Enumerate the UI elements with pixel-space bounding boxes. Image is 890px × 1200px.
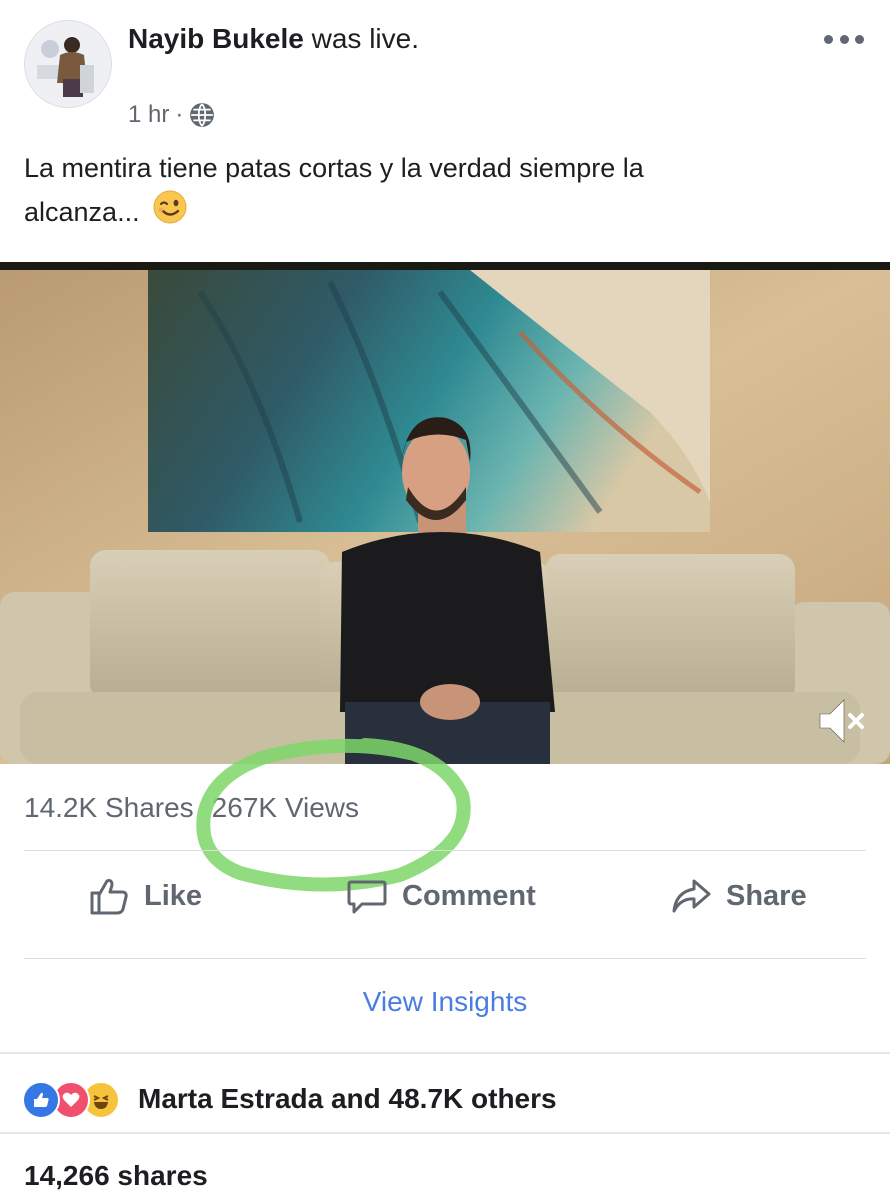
comment-bubble-icon — [347, 880, 387, 914]
post-header: Nayib Bukele was live. — [128, 22, 419, 56]
post-time[interactable]: 1 hr — [128, 98, 169, 132]
shares-count[interactable]: 14.2K Shares — [24, 792, 194, 823]
comment-label: Comment — [402, 879, 536, 912]
share-label: Share — [726, 879, 807, 912]
thumbs-up-icon — [90, 879, 128, 915]
mute-toggle-button[interactable] — [816, 694, 868, 748]
more-dot-icon — [855, 34, 864, 44]
globe-icon — [190, 103, 215, 127]
like-button[interactable]: Like — [88, 868, 202, 924]
like-label: Like — [144, 879, 203, 912]
divider — [24, 958, 866, 959]
reaction-icons[interactable] — [22, 1078, 120, 1122]
author-action: was live. — [311, 23, 420, 54]
speaker-muted-icon — [819, 699, 864, 743]
video-frame — [0, 262, 890, 764]
section-divider — [0, 1132, 890, 1134]
post-meta: 1 hr · — [128, 98, 215, 132]
wink-emoji-icon — [153, 190, 187, 237]
post-stats: 14.2K Shares 267K Views — [24, 788, 359, 828]
share-arrow-icon — [672, 879, 711, 913]
divider — [24, 850, 866, 851]
avatar-image — [25, 21, 111, 107]
more-dot-icon — [824, 34, 833, 44]
section-divider — [0, 1052, 890, 1054]
post-caption: La mentira tiene patas cortas y la verda… — [24, 146, 854, 237]
more-options-button[interactable] — [824, 24, 864, 54]
view-insights-link[interactable]: View Insights — [0, 980, 890, 1024]
more-dot-icon — [839, 34, 849, 44]
meta-separator: · — [175, 101, 184, 128]
author-avatar[interactable] — [24, 20, 112, 108]
comment-button[interactable]: Comment — [346, 868, 536, 924]
views-count[interactable]: 267K Views — [212, 792, 359, 823]
live-video-player[interactable] — [0, 262, 890, 764]
share-button[interactable]: Share — [670, 868, 807, 924]
caption-line-2: alcanza... — [24, 197, 140, 227]
caption-line-1: La mentira tiene patas cortas y la verda… — [24, 153, 644, 183]
author-name[interactable]: Nayib Bukele — [128, 23, 304, 54]
total-shares[interactable]: 14,266 shares — [24, 1155, 208, 1197]
reactions-summary[interactable]: Marta Estrada and 48.7K others — [138, 1078, 557, 1120]
like-reaction-icon — [22, 1081, 60, 1119]
